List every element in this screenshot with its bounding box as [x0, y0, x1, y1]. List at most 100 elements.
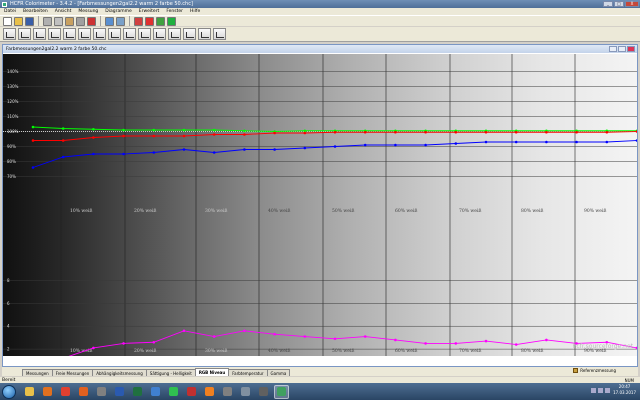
taskbar-monitor-button[interactable] [256, 385, 271, 399]
tray-volume-icon[interactable] [598, 388, 603, 393]
series-point [212, 128, 216, 132]
chart-view-button[interactable] [168, 28, 181, 40]
cut-icon[interactable] [43, 16, 52, 26]
window-controls: _ □ X [603, 1, 639, 7]
chart-view-button[interactable] [78, 28, 91, 40]
grid-icon[interactable] [105, 16, 114, 26]
chart-view-button[interactable] [138, 28, 151, 40]
series-point [394, 338, 397, 342]
taskbar-paint-button[interactable] [148, 385, 163, 399]
x-tick-label: 10% weiß [70, 208, 92, 214]
taskbar-hcfr-button[interactable] [274, 384, 289, 399]
taskbar-app-button[interactable] [184, 385, 199, 399]
delete-icon[interactable] [87, 16, 96, 26]
paint-icon [151, 387, 160, 396]
tab-farbtemperatur[interactable]: Farbtemperatur [228, 369, 268, 376]
start-button[interactable] [2, 384, 16, 399]
series-point [92, 127, 95, 131]
series-point [31, 125, 35, 129]
chart-view-button[interactable] [48, 28, 61, 40]
reference-measurement[interactable]: Referenzmessung [573, 368, 616, 373]
paste-icon[interactable] [65, 16, 74, 26]
chart-view-button[interactable] [18, 28, 31, 40]
doc-minimize-button[interactable] [609, 46, 617, 52]
settings-icon[interactable] [116, 16, 125, 26]
taskbar-chrome-button[interactable] [58, 385, 73, 399]
chart-view-button[interactable] [63, 28, 76, 40]
menu-datei[interactable]: Datei [4, 9, 16, 14]
maximize-button[interactable]: □ [614, 1, 624, 7]
taskbar-tool-button[interactable] [220, 385, 235, 399]
taskbar-explorer-button[interactable] [22, 385, 37, 399]
chart-view-button[interactable] [198, 28, 211, 40]
x-tick-label: 50% weiß [332, 208, 354, 214]
menu-erweitert[interactable]: Erweitert [139, 9, 160, 14]
series-point [273, 131, 276, 135]
taskbar-excel-button[interactable] [130, 385, 145, 399]
tray-flag-icon[interactable] [591, 388, 596, 393]
chart-icon[interactable] [156, 16, 165, 26]
spotify-icon [169, 387, 178, 396]
taskbar-media-player-button[interactable] [40, 385, 55, 399]
reference-icon [573, 368, 579, 373]
chart-view-button[interactable] [108, 28, 121, 40]
undo-icon[interactable] [76, 16, 85, 26]
measure-icon[interactable] [134, 16, 143, 26]
tab-freie-messungen[interactable]: Freie Messungen [51, 369, 94, 376]
taskbar-word-button[interactable] [112, 385, 127, 399]
series-point [273, 148, 276, 151]
copy-icon[interactable] [54, 16, 63, 26]
chart-view-button[interactable] [123, 28, 136, 40]
chart-view-button[interactable] [153, 28, 166, 40]
series-point [303, 335, 307, 338]
close-button[interactable]: X [625, 1, 639, 7]
taskbar-scanner-button[interactable] [238, 385, 253, 399]
series-point [243, 129, 246, 133]
document-title: Farbmessungen2gal2.2 warm 2 farbe 50.chc [6, 46, 107, 52]
series-point [333, 337, 337, 341]
rgb-level-plot[interactable]: 140% 130% 120% 110% 100% 90% 80% 70% 10% weiß 20%… [3, 54, 637, 356]
chrome-icon [61, 387, 70, 396]
doc-maximize-button[interactable] [618, 46, 626, 52]
series-point [152, 340, 156, 344]
menu-bearbeiten[interactable]: Bearbeiten [23, 9, 48, 14]
chart-view-button[interactable] [93, 28, 106, 40]
series-point [514, 140, 518, 144]
save-icon[interactable] [25, 16, 34, 26]
series-point [273, 332, 276, 336]
toolbar-separator [100, 16, 101, 26]
taskbar-calculator-button[interactable] [94, 385, 109, 399]
tab-gamma[interactable]: Gamma [266, 369, 291, 376]
open-icon[interactable] [14, 16, 23, 26]
minimize-button[interactable]: _ [603, 1, 613, 7]
taskbar-spotify-button[interactable] [166, 385, 181, 399]
taskbar-firefox-button[interactable] [76, 385, 91, 399]
document-controls [609, 46, 635, 52]
excel-icon [133, 387, 142, 396]
menu-fenster[interactable]: Fenster [166, 9, 183, 14]
menu-messung[interactable]: Messung [78, 9, 98, 14]
chart-view-button[interactable] [213, 28, 226, 40]
chart-view-button[interactable] [3, 28, 16, 40]
menu-ansicht[interactable]: Ansicht [55, 9, 72, 14]
document-window: Farbmessungen2gal2.2 warm 2 farbe 50.chc… [2, 44, 638, 367]
tab-rgb-niveau[interactable]: RGB Niveau [194, 368, 230, 376]
rgb-level-chart-svg: 140% 130% 120% 110% 100% 90% 80% 70% 10% weiß 20%… [3, 54, 637, 356]
new-icon[interactable] [3, 16, 12, 26]
tray-network-icon[interactable] [605, 388, 610, 393]
clock[interactable]: 20:47 17.03.2017 [613, 384, 636, 396]
series-point [394, 130, 397, 134]
chart-view-button[interactable] [183, 28, 196, 40]
stop-icon[interactable] [145, 16, 154, 26]
x-tick-label: 70% weiß [459, 348, 481, 354]
tab-saettigung-helligkeit[interactable]: Sättigung - Helligkeit [145, 369, 196, 376]
play-icon[interactable] [167, 16, 176, 26]
tab-abhaengigkeitsmessung[interactable]: Abhängigkeitsmessung [92, 369, 147, 376]
tab-messungen[interactable]: Messungen [22, 369, 53, 376]
taskbar-vlc-button[interactable] [202, 385, 217, 399]
chart-view-button[interactable] [33, 28, 46, 40]
doc-close-button[interactable] [627, 46, 635, 52]
scanner-icon [241, 387, 250, 396]
menu-hilfe[interactable]: Hilfe [190, 9, 200, 14]
menu-diagramme[interactable]: Diagramme [105, 9, 131, 14]
